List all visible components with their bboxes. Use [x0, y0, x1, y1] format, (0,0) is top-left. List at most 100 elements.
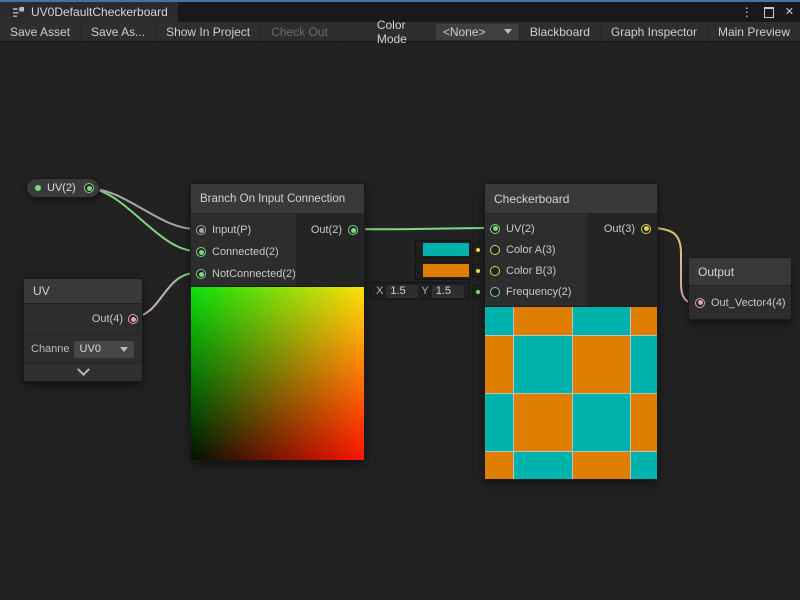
check-out-button: Check Out [261, 22, 339, 41]
port-label-input-p: Input(P) [212, 224, 251, 236]
port-label-frequency: Frequency(2) [506, 286, 571, 298]
save-as-button[interactable]: Save As... [81, 22, 156, 41]
frequency-y-label: Y [421, 285, 428, 297]
node-uv-header[interactable]: UV [24, 279, 142, 304]
checker-cell [573, 336, 630, 393]
checkerboard-input-row: UV(2) [485, 218, 587, 239]
toolbar-right-group: Blackboard Graph Inspector Main Preview [519, 22, 800, 41]
port-uv2-out[interactable] [84, 183, 94, 193]
checker-cell [485, 336, 513, 393]
checker-cell [573, 394, 630, 451]
frequency-connector-dot [476, 290, 480, 294]
dropdown-arrow-icon [120, 347, 128, 352]
port-connected[interactable] [196, 247, 206, 257]
window-more-icon[interactable]: ⋮ [741, 6, 753, 18]
save-asset-button[interactable]: Save Asset [0, 22, 81, 41]
tab-uv0defaultcheckerboard[interactable]: UV0DefaultCheckerboard [0, 2, 178, 22]
checker-cell [631, 336, 657, 393]
window-close-icon[interactable]: ✕ [785, 7, 794, 18]
port-color-b[interactable] [490, 266, 500, 276]
frequency-x-input[interactable] [386, 285, 418, 298]
port-input-p[interactable] [196, 225, 206, 235]
port-out-vector4[interactable] [695, 298, 705, 308]
node-uv-collapse-strip[interactable] [24, 363, 142, 381]
node-branch-header[interactable]: Branch On Input Connection [191, 184, 364, 214]
edge-uv2-to-input[interactable] [86, 188, 196, 229]
branch-outputs: Out(2) [296, 214, 364, 286]
node-output[interactable]: Output Out_Vector4(4) [688, 257, 792, 320]
blackboard-toggle-button[interactable]: Blackboard [519, 22, 600, 41]
edge-branchout-to-checkeruv[interactable] [356, 228, 489, 229]
port-checker-out3[interactable] [641, 224, 651, 234]
frequency-y-input[interactable] [432, 285, 464, 298]
show-in-project-button[interactable]: Show In Project [156, 22, 261, 41]
graph-toolbar: Save Asset Save As... Show In Project Ch… [0, 22, 800, 42]
port-notconnected[interactable] [196, 269, 206, 279]
branch-output-row: Out(2) [311, 219, 358, 241]
color-mode-dropdown[interactable]: <None> [436, 24, 519, 40]
branch-node-preview [191, 286, 364, 460]
edge-uv2-to-connected[interactable] [86, 188, 196, 251]
node-output-header[interactable]: Output [689, 258, 791, 286]
color-b-connector-chip [472, 264, 484, 277]
color-mode-label: Color Mode [369, 22, 436, 41]
checker-cell [573, 452, 630, 479]
port-label-color-b: Color B(3) [506, 265, 556, 277]
port-label-uv2: UV(2) [506, 223, 535, 235]
frequency-x-label: X [376, 285, 383, 297]
checkerboard-node-preview [485, 306, 657, 479]
dropdown-arrow-icon [504, 29, 512, 34]
node-uv2-collapsed-title: UV(2) [47, 182, 76, 194]
node-checkerboard-header[interactable]: Checkerboard [485, 184, 657, 214]
checker-cell [485, 307, 513, 335]
port-label-out3: Out(3) [604, 223, 635, 235]
channel-dropdown[interactable]: UV0 [73, 340, 135, 359]
shader-graph-icon [12, 6, 25, 19]
output-port-row: Out_Vector4(4) [689, 286, 791, 319]
channel-value: UV0 [80, 343, 101, 355]
port-branch-out2[interactable] [348, 225, 358, 235]
frequency-connector-chip [472, 285, 484, 298]
checkerboard-input-row: Frequency(2) [485, 281, 587, 302]
color-a-field[interactable] [415, 240, 471, 259]
color-a-swatch[interactable] [423, 243, 469, 256]
chevron-down-icon [77, 363, 90, 376]
branch-inputs: Input(P) Connected(2) NotConnected(2) [191, 214, 296, 286]
port-label-color-a: Color A(3) [506, 244, 556, 256]
preview-state-dot [35, 185, 41, 191]
port-color-a[interactable] [490, 245, 500, 255]
port-frequency[interactable] [490, 287, 500, 297]
branch-input-row: Input(P) [191, 219, 296, 241]
checkerboard-input-row: Color A(3) [485, 239, 587, 260]
checkerboard-inputs: UV(2) Color A(3) Color B(3) Frequency(2) [485, 214, 587, 306]
checker-cell [631, 394, 657, 451]
checker-cell [514, 336, 572, 393]
node-uv2-collapsed[interactable]: UV(2) [26, 178, 100, 198]
port-label-out-vector4: Out_Vector4(4) [711, 297, 786, 309]
node-uv[interactable]: UV Out(4) Channe UV0 [23, 278, 143, 382]
branch-input-row: Connected(2) [191, 241, 296, 263]
channel-label: Channe [31, 343, 70, 355]
port-label-connected: Connected(2) [212, 246, 279, 258]
color-a-connector-dot [476, 248, 480, 252]
node-checkerboard[interactable]: Checkerboard UV(2) Color A(3) Color B(3) [484, 183, 658, 480]
checker-cell [514, 394, 572, 451]
window-maximize-icon[interactable] [764, 7, 774, 18]
checker-cell [514, 307, 572, 335]
color-mode-value: <None> [443, 25, 486, 39]
color-b-connector-dot [476, 269, 480, 273]
checker-cell [485, 452, 513, 479]
checkerboard-input-row: Color B(3) [485, 260, 587, 281]
graph-inspector-toggle-button[interactable]: Graph Inspector [600, 22, 707, 41]
color-b-swatch[interactable] [423, 264, 469, 277]
shader-graph-window: UV0DefaultCheckerboard ⋮ ✕ Save Asset Sa… [0, 0, 800, 600]
node-uv-channel-row: Channe UV0 [24, 334, 142, 363]
color-b-field[interactable] [415, 261, 471, 280]
checkerboard-output-row: Out(3) [604, 218, 651, 239]
node-branch-on-input-connection[interactable]: Branch On Input Connection Input(P) Conn… [190, 183, 365, 461]
main-preview-toggle-button[interactable]: Main Preview [707, 22, 800, 41]
port-label-notconnected: NotConnected(2) [212, 268, 296, 280]
checker-cell [485, 394, 513, 451]
port-uv-out4[interactable] [128, 314, 138, 324]
port-checker-uv2[interactable] [490, 224, 500, 234]
